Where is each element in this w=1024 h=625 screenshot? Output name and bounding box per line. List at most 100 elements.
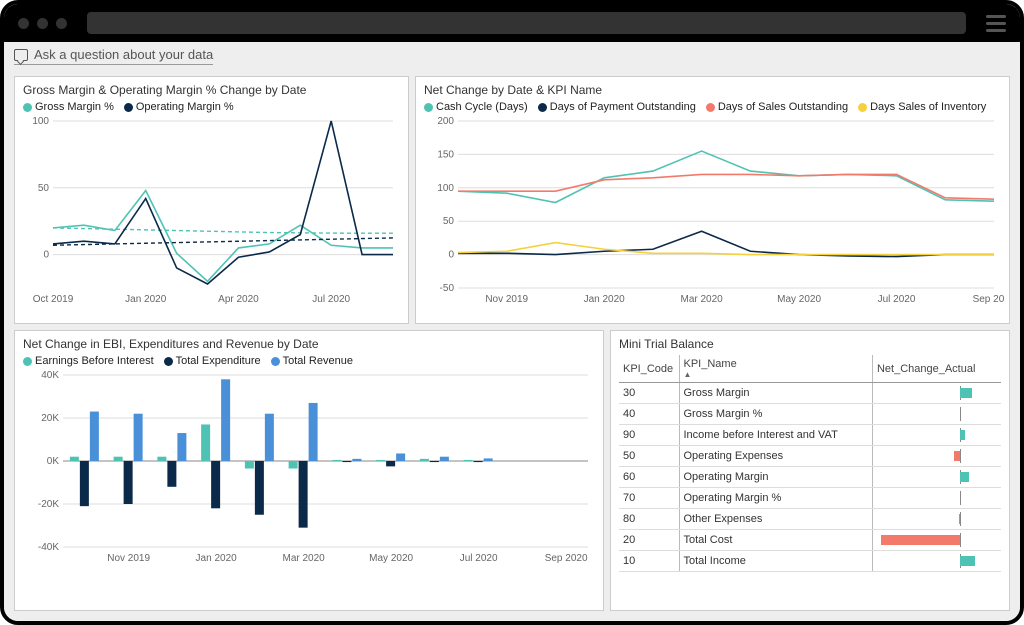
col-header[interactable]: KPI_Code (619, 355, 679, 383)
legend-item[interactable]: Earnings Before Interest (23, 355, 154, 367)
table-row[interactable]: 60Operating Margin (619, 467, 1001, 488)
svg-text:-20K: -20K (38, 499, 59, 510)
legend-netchange: Cash Cycle (Days) Days of Payment Outstan… (424, 101, 1001, 113)
svg-text:50: 50 (38, 183, 50, 194)
cell-bar (872, 425, 1001, 446)
card-title: Gross Margin & Operating Margin % Change… (23, 83, 400, 97)
table-row[interactable]: 20Total Cost (619, 530, 1001, 551)
window-dot (37, 18, 48, 29)
svg-text:Oct 2019: Oct 2019 (33, 294, 74, 305)
cell-name: Gross Margin (679, 383, 872, 404)
legend-item[interactable]: Days of Payment Outstanding (538, 101, 696, 113)
svg-text:Jan 2020: Jan 2020 (125, 294, 167, 305)
cell-bar (872, 446, 1001, 467)
card-title: Mini Trial Balance (619, 337, 1001, 351)
qa-bar: Ask a question about your data (4, 42, 1020, 70)
cell-bar (872, 551, 1001, 572)
svg-text:0K: 0K (47, 456, 60, 467)
table-row[interactable]: 50Operating Expenses (619, 446, 1001, 467)
cell-bar (872, 467, 1001, 488)
svg-text:-40K: -40K (38, 542, 59, 553)
svg-text:Mar 2020: Mar 2020 (283, 553, 326, 564)
window-dot (18, 18, 29, 29)
chart-netchange: -50050100150200Nov 2019Jan 2020Mar 2020M… (424, 115, 1004, 310)
cell-name: Total Cost (679, 530, 872, 551)
legend-item[interactable]: Days Sales of Inventory (858, 101, 986, 113)
legend-item[interactable]: Total Revenue (271, 355, 353, 367)
browser-titlebar (4, 4, 1020, 42)
cell-code: 90 (619, 425, 679, 446)
svg-text:Sep 2020: Sep 2020 (973, 294, 1004, 305)
svg-text:0: 0 (448, 250, 454, 261)
chat-icon (14, 49, 28, 61)
cell-code: 80 (619, 509, 679, 530)
card-title: Net Change by Date & KPI Name (424, 83, 1001, 97)
svg-text:-50: -50 (440, 283, 455, 294)
legend-item[interactable]: Days of Sales Outstanding (706, 101, 848, 113)
cell-name: Operating Margin (679, 467, 872, 488)
cell-name: Income before Interest and VAT (679, 425, 872, 446)
svg-text:Jan 2020: Jan 2020 (196, 553, 238, 564)
card-margins[interactable]: Gross Margin & Operating Margin % Change… (14, 76, 409, 324)
cell-bar (872, 488, 1001, 509)
svg-text:Nov 2019: Nov 2019 (107, 553, 150, 564)
address-bar[interactable] (87, 12, 966, 34)
table-row[interactable]: 70Operating Margin % (619, 488, 1001, 509)
svg-text:Jan 2020: Jan 2020 (584, 294, 626, 305)
legend-item[interactable]: Total Expenditure (164, 355, 261, 367)
svg-text:40K: 40K (41, 370, 59, 381)
cell-bar (872, 530, 1001, 551)
cell-bar (872, 383, 1001, 404)
table-row[interactable]: 90Income before Interest and VAT (619, 425, 1001, 446)
cell-code: 70 (619, 488, 679, 509)
legend-item[interactable]: Cash Cycle (Days) (424, 101, 528, 113)
legend-item[interactable]: Operating Margin % (124, 101, 234, 113)
svg-text:Jul 2020: Jul 2020 (878, 294, 916, 305)
card-netchange[interactable]: Net Change by Date & KPI Name Cash Cycle… (415, 76, 1010, 324)
cell-bar (872, 404, 1001, 425)
cell-code: 10 (619, 551, 679, 572)
legend-item[interactable]: Gross Margin % (23, 101, 114, 113)
table-row[interactable]: 40Gross Margin % (619, 404, 1001, 425)
window-dot (56, 18, 67, 29)
legend-margins: Gross Margin % Operating Margin % (23, 101, 400, 113)
cell-code: 30 (619, 383, 679, 404)
table-row[interactable]: 80Other Expenses (619, 509, 1001, 530)
mini-trial-table: KPI_CodeKPI_Name▲Net_Change_Actual30Gros… (619, 355, 1001, 572)
card-ebi[interactable]: Net Change in EBI, Expenditures and Reve… (14, 330, 604, 611)
svg-text:May 2020: May 2020 (777, 294, 821, 305)
svg-text:May 2020: May 2020 (369, 553, 413, 564)
menu-icon[interactable] (986, 15, 1006, 32)
cell-name: Other Expenses (679, 509, 872, 530)
svg-text:Jul 2020: Jul 2020 (312, 294, 350, 305)
cell-code: 50 (619, 446, 679, 467)
svg-text:Jul 2020: Jul 2020 (460, 553, 498, 564)
cell-name: Operating Margin % (679, 488, 872, 509)
table-row[interactable]: 30Gross Margin (619, 383, 1001, 404)
chart-ebi: -40K -20K 0K 20K 40K Nov 2019 Jan 2020 Mar 2020… (23, 369, 598, 569)
col-header[interactable]: Net_Change_Actual (872, 355, 1001, 383)
svg-text:150: 150 (437, 149, 454, 160)
cell-code: 60 (619, 467, 679, 488)
col-header[interactable]: KPI_Name▲ (679, 355, 872, 383)
svg-text:20K: 20K (41, 413, 59, 424)
browser-frame: Ask a question about your data Gross Mar… (0, 0, 1024, 625)
svg-text:0: 0 (43, 250, 49, 261)
svg-text:100: 100 (437, 183, 454, 194)
chart-margins: 0 50 100 Oct 2019 Jan 2020 Apr 2020 Jul 2020 (23, 115, 401, 310)
legend-ebi: Earnings Before Interest Total Expenditur… (23, 355, 595, 367)
cell-name: Operating Expenses (679, 446, 872, 467)
card-title: Net Change in EBI, Expenditures and Reve… (23, 337, 595, 351)
card-mini-trial[interactable]: Mini Trial Balance KPI_CodeKPI_Name▲Net_… (610, 330, 1010, 611)
svg-text:100: 100 (32, 116, 49, 127)
svg-text:Nov 2019: Nov 2019 (485, 294, 528, 305)
table-row[interactable]: 10Total Income (619, 551, 1001, 572)
dashboard-grid: Gross Margin & Operating Margin % Change… (4, 70, 1020, 621)
svg-text:Apr 2020: Apr 2020 (218, 294, 259, 305)
cell-code: 20 (619, 530, 679, 551)
cell-code: 40 (619, 404, 679, 425)
svg-text:200: 200 (437, 116, 454, 127)
qa-input[interactable]: Ask a question about your data (14, 47, 213, 65)
svg-text:Sep 2020: Sep 2020 (545, 553, 588, 564)
cell-bar (872, 509, 1001, 530)
